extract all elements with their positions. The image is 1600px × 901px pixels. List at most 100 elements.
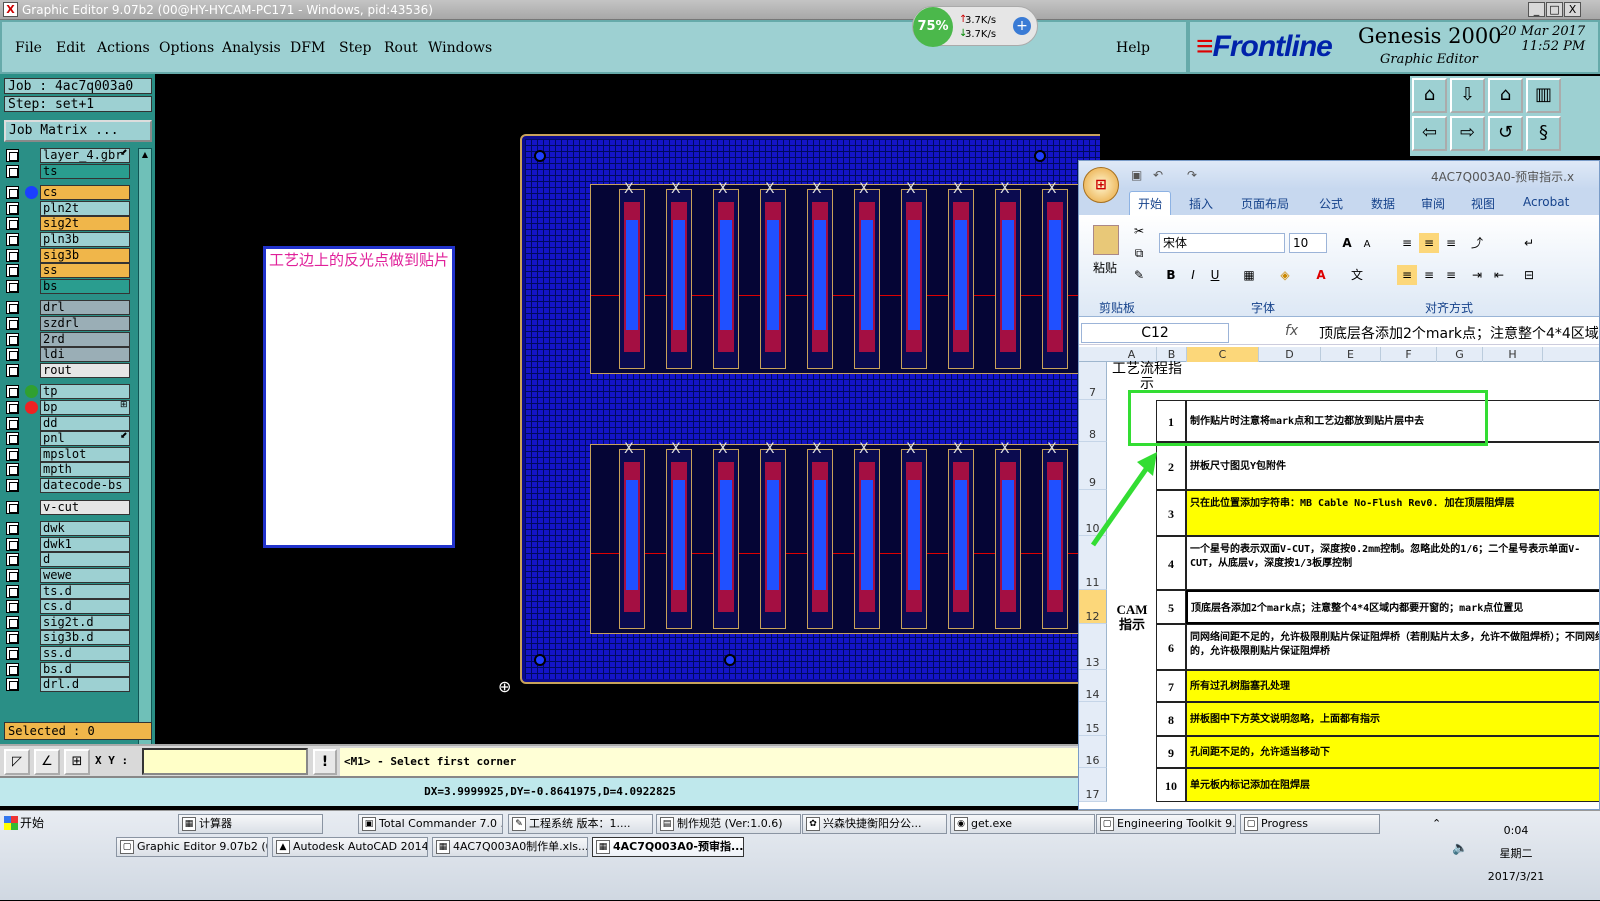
layer-name[interactable]: sig3b.d [40, 630, 130, 646]
redraw-icon[interactable]: ↺ [1488, 116, 1523, 151]
taskbar-task[interactable]: ▢ Engineering Toolkit 9.... [1096, 814, 1236, 834]
layer-checkbox[interactable] [6, 522, 19, 536]
layer-row[interactable]: ss [4, 263, 136, 279]
border-icon[interactable]: ▦ [1239, 265, 1259, 285]
column-header[interactable]: G [1437, 347, 1483, 362]
layer-checkbox[interactable] [6, 164, 19, 178]
layer-row[interactable]: cs.d [4, 599, 136, 615]
instruction-cell[interactable]: 孔间距不足的，允许适当移动下 [1186, 736, 1599, 768]
instruction-cell[interactable]: 所有过孔树脂塞孔处理 [1186, 670, 1599, 702]
name-box[interactable]: C12 [1081, 323, 1229, 343]
layer-checkbox[interactable] [6, 584, 19, 598]
plus-icon[interactable]: + [1013, 17, 1031, 35]
row-header[interactable]: 17 [1079, 768, 1107, 802]
merge-cells-icon[interactable]: ⊟ [1519, 265, 1539, 285]
layer-row[interactable]: bs [4, 278, 136, 294]
ribbon-tab[interactable]: 页面布局 [1241, 195, 1289, 212]
menu-windows[interactable]: Windows [428, 40, 492, 56]
layer-name[interactable]: bp [40, 400, 130, 415]
layer-name[interactable]: drl [40, 300, 130, 316]
layer-name[interactable]: ss.d [40, 646, 130, 661]
taskbar-task[interactable]: ▦ 4AC7Q003A0-预审指... [592, 837, 744, 857]
layer-row[interactable]: bp ⊞ [4, 400, 136, 415]
row-header[interactable]: 16 [1079, 736, 1107, 768]
layer-row[interactable]: cs [4, 185, 136, 201]
row-header[interactable]: 13 [1079, 624, 1107, 670]
layer-checkbox[interactable] [6, 463, 19, 477]
layer-name[interactable]: 2rd [40, 331, 130, 347]
cut-icon[interactable]: ✂ [1129, 221, 1149, 241]
layer-checkbox[interactable] [6, 401, 19, 414]
indent-icon[interactable]: ⇥ [1467, 265, 1487, 285]
phonetic-icon[interactable]: 文 [1347, 265, 1367, 285]
layer-checkbox[interactable] [6, 149, 19, 162]
menu-file[interactable]: File [15, 40, 42, 56]
layer-row[interactable]: sig2t.d [4, 614, 136, 630]
column-header[interactable]: B [1157, 347, 1187, 362]
start-button[interactable]: 开始 [2, 813, 57, 833]
pan-left-icon[interactable]: ⇦ [1412, 116, 1447, 151]
select-tool-icon[interactable]: ◸ [4, 749, 30, 775]
zoom-home-icon[interactable]: ⌂ [1412, 78, 1447, 113]
ribbon-tab[interactable]: 审阅 [1421, 195, 1445, 212]
layer-checkbox[interactable] [6, 348, 19, 362]
menu-edit[interactable]: Edit [56, 40, 85, 56]
layer-name[interactable]: ts.d [40, 583, 130, 599]
layer-checkbox[interactable] [6, 447, 19, 461]
taskbar-task[interactable]: ▣ Total Commander 7.0 ... [358, 814, 503, 834]
step-number-cell[interactable]: 8 [1156, 702, 1186, 736]
cam-cell[interactable]: CAM 指示 [1107, 602, 1157, 632]
ribbon-tab[interactable]: 插入 [1189, 195, 1213, 212]
layer-name[interactable]: bs.d [40, 661, 130, 677]
instruction-cell[interactable]: 同网络间距不足的，允许极限削贴片保证阻焊桥（若削贴片太多，允许不做阻焊桥）；不同… [1186, 624, 1599, 670]
instruction-cell[interactable]: 拼板图中下方英文说明忽略，上面都有指示 [1186, 702, 1599, 736]
layer-checkbox[interactable] [6, 264, 19, 278]
underline-icon[interactable]: U [1205, 265, 1225, 285]
align-bottom-icon[interactable]: ≡ [1441, 233, 1461, 253]
layer-checkbox[interactable] [6, 332, 19, 346]
taskbar-task[interactable]: ◉ get.exe [950, 814, 1095, 834]
layer-checkbox[interactable] [6, 416, 19, 430]
layer-checkbox[interactable] [6, 569, 19, 582]
ribbon-tab[interactable]: 开始 [1129, 191, 1172, 215]
row-header[interactable]: 8 [1079, 400, 1107, 442]
network-speed-widget[interactable]: 75% ↑ 3.7K/s ↓ 3.7K/s + [912, 6, 1038, 47]
instruction-cell[interactable]: 单元板内标记添加在阻焊层 [1186, 768, 1599, 802]
paste-button[interactable]: 粘贴 [1093, 259, 1117, 276]
layer-checkbox[interactable] [6, 647, 19, 660]
layer-name[interactable]: sig3b [40, 247, 130, 263]
column-header[interactable]: D [1259, 347, 1321, 362]
ribbon-tab[interactable]: 视图 [1471, 195, 1495, 212]
align-left-icon[interactable]: ≡ [1397, 265, 1417, 285]
layer-checkbox[interactable] [6, 537, 19, 551]
layer-checkbox[interactable] [6, 233, 19, 246]
step-number-cell[interactable]: 7 [1156, 670, 1186, 702]
layer-name[interactable]: ss [40, 263, 130, 279]
align-middle-icon[interactable]: ≡ [1419, 233, 1439, 253]
layer-name[interactable]: pln2t [40, 200, 130, 216]
undo-icon[interactable]: ↶ [1153, 168, 1163, 182]
layer-row[interactable]: ss.d [4, 646, 136, 661]
layer-name[interactable]: dwk [40, 521, 130, 537]
layer-row[interactable]: ts.d [4, 583, 136, 599]
layer-name[interactable]: pln3b [40, 232, 130, 247]
step-number-cell[interactable]: 9 [1156, 736, 1186, 768]
format-painter-icon[interactable]: ✎ [1129, 265, 1149, 285]
layer-name[interactable]: drl.d [40, 677, 130, 693]
copy-icon[interactable]: ⧉ [1129, 243, 1149, 263]
xy-input[interactable] [142, 748, 308, 775]
taskbar-task[interactable]: ✎ 工程系统 版本：1.... [508, 814, 653, 834]
fill-color-icon[interactable]: ◈ [1275, 265, 1295, 285]
layer-row[interactable]: ts [4, 163, 136, 179]
layer-row[interactable]: tp [4, 384, 136, 400]
paste-icon[interactable] [1093, 225, 1119, 255]
layer-checkbox[interactable] [6, 279, 19, 293]
scroll-up-icon[interactable]: ▲ [139, 149, 151, 161]
layer-checkbox[interactable] [6, 317, 19, 330]
pan-right-icon[interactable]: ⇨ [1450, 116, 1485, 151]
layer-checkbox[interactable] [6, 678, 19, 692]
layer-name[interactable]: szdrl [40, 316, 130, 331]
layer-name[interactable]: sig2t.d [40, 614, 130, 630]
office-button[interactable]: ⊞ [1083, 167, 1119, 203]
layer-checkbox[interactable] [6, 600, 19, 614]
